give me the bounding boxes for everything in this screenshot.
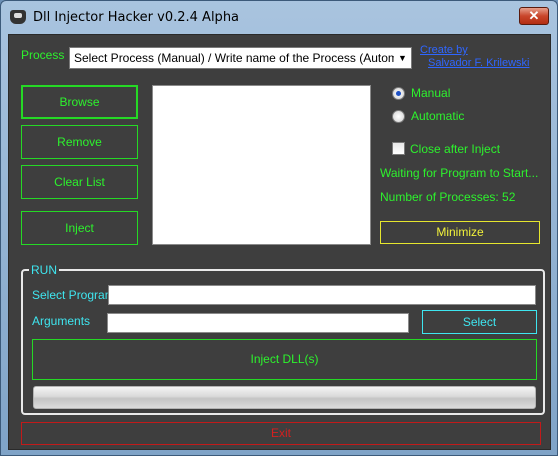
exit-button[interactable]: Exit	[21, 422, 541, 445]
inject-button[interactable]: Inject	[21, 211, 138, 245]
close-after-inject-checkbox[interactable]	[392, 142, 405, 155]
inject-dlls-button[interactable]: Inject DLL(s)	[32, 339, 537, 380]
chevron-down-icon[interactable]: ▼	[394, 48, 411, 68]
clear-list-button[interactable]: Clear List	[21, 165, 138, 199]
process-dropdown-value: Select Process (Manual) / Write name of …	[74, 51, 412, 65]
manual-radio-label: Manual	[411, 86, 451, 100]
inject-progress-bar	[33, 386, 536, 409]
author-link-line2: Salvador F. Krilewski	[428, 57, 530, 69]
close-after-inject-label: Close after Inject	[410, 142, 501, 156]
close-icon: ✕	[528, 8, 540, 23]
select-program-label: Select Program	[32, 288, 115, 302]
run-group-title: RUN	[29, 263, 59, 277]
app-icon	[10, 10, 26, 24]
automatic-radio-label: Automatic	[411, 109, 465, 123]
automatic-radio[interactable]	[392, 110, 405, 123]
select-program-button[interactable]: Select	[422, 310, 537, 334]
app-window: Dll Injector Hacker v0.2.4 Alpha ✕ Proce…	[0, 0, 558, 456]
arguments-input[interactable]	[107, 313, 409, 333]
main-panel: Process Select Process (Manual) / Write …	[8, 34, 551, 450]
title-bar[interactable]: Dll Injector Hacker v0.2.4 Alpha ✕	[1, 1, 557, 35]
status-message: Waiting for Program to Start...	[380, 166, 539, 180]
window-close-button[interactable]: ✕	[519, 7, 549, 25]
manual-radio[interactable]	[392, 87, 405, 100]
window-title: Dll Injector Hacker v0.2.4 Alpha	[33, 10, 240, 25]
process-label: Process	[21, 48, 65, 62]
author-link-line1: Create by	[420, 44, 468, 56]
author-link[interactable]: Create by Salvador F. Krilewski	[420, 44, 548, 70]
process-count: Number of Processes: 52	[380, 190, 516, 204]
run-group: RUN Select Program Arguments Select Inje…	[21, 263, 545, 415]
minimize-button[interactable]: Minimize	[380, 221, 540, 244]
select-program-input[interactable]	[108, 285, 536, 305]
browse-button[interactable]: Browse	[21, 85, 138, 119]
remove-button[interactable]: Remove	[21, 125, 138, 159]
arguments-label: Arguments	[32, 314, 91, 328]
process-dropdown[interactable]: Select Process (Manual) / Write name of …	[69, 47, 412, 69]
dll-list[interactable]	[152, 85, 371, 245]
